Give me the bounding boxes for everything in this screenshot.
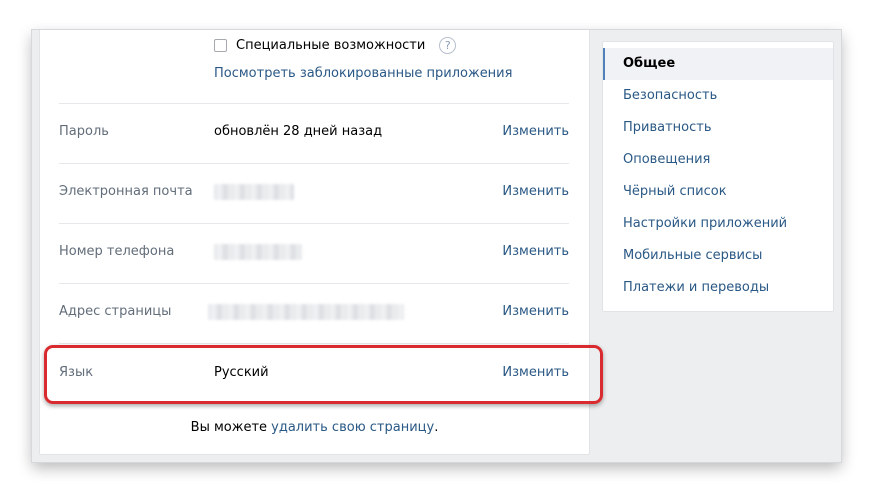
menu-item-privacy[interactable]: Приватность xyxy=(603,112,833,144)
password-row: Пароль обновлён 28 дней назад Изменить xyxy=(59,104,569,163)
email-value-blurred xyxy=(214,184,294,200)
accessibility-row: Специальные возможности ? xyxy=(214,36,457,54)
delete-page-note: Вы можете удалить свою страницу. xyxy=(40,420,589,435)
page-address-value-blurred xyxy=(208,304,404,320)
menu-item-payments[interactable]: Платежи и переводы xyxy=(603,272,833,304)
page-address-label: Адрес страницы xyxy=(59,304,172,319)
password-change-link[interactable]: Изменить xyxy=(502,124,569,139)
phone-row: Номер телефона Изменить xyxy=(59,224,569,283)
accessibility-label[interactable]: Специальные возможности xyxy=(236,38,425,53)
password-label: Пароль xyxy=(59,124,109,139)
email-label: Электронная почта xyxy=(59,184,193,199)
menu-item-blacklist[interactable]: Чёрный список xyxy=(603,176,833,208)
accessibility-checkbox[interactable] xyxy=(214,38,227,52)
blocked-apps-link[interactable]: Посмотреть заблокированные приложения xyxy=(214,66,512,81)
password-value: обновлён 28 дней назад xyxy=(214,124,383,139)
delete-page-link[interactable]: удалить свою страницу xyxy=(271,420,434,435)
menu-item-general[interactable]: Общее xyxy=(603,48,833,80)
delete-note-prefix: Вы можете xyxy=(190,420,268,435)
general-settings-card: Специальные возможности ? Посмотреть заб… xyxy=(39,30,603,455)
divider xyxy=(59,343,569,344)
phone-change-link[interactable]: Изменить xyxy=(502,244,569,259)
page-address-change-link[interactable]: Изменить xyxy=(502,304,569,319)
delete-note-suffix: . xyxy=(434,420,439,435)
phone-label: Номер телефона xyxy=(59,244,175,259)
settings-window: Специальные возможности ? Посмотреть заб… xyxy=(32,30,841,462)
menu-item-security[interactable]: Безопасность xyxy=(603,80,833,112)
phone-value-blurred xyxy=(214,244,302,260)
settings-menu: Общее Безопасность Приватность Оповещени… xyxy=(602,41,834,312)
language-row-highlight xyxy=(44,345,603,404)
email-row: Электронная почта Изменить xyxy=(59,164,569,223)
email-change-link[interactable]: Изменить xyxy=(502,184,569,199)
page-address-row: Адрес страницы Изменить xyxy=(59,284,569,343)
menu-item-notifications[interactable]: Оповещения xyxy=(603,144,833,176)
help-icon[interactable]: ? xyxy=(439,36,457,54)
menu-item-mobile-services[interactable]: Мобильные сервисы xyxy=(603,240,833,272)
menu-item-app-settings[interactable]: Настройки приложений xyxy=(603,208,833,240)
